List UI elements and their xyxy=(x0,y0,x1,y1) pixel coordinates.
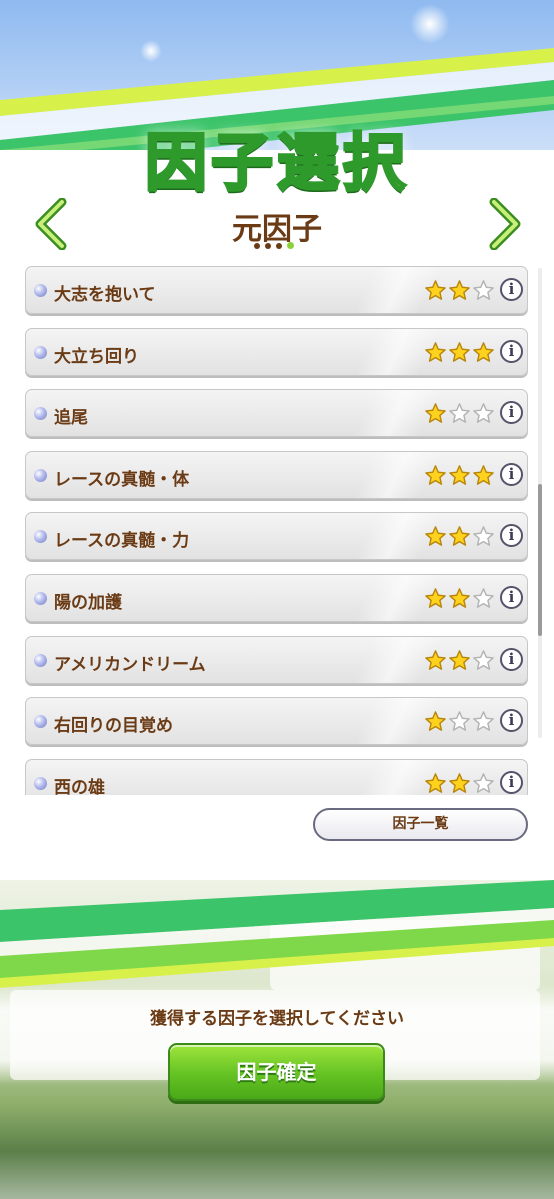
star-filled-icon xyxy=(425,649,446,670)
factor-row[interactable]: 陽の加護 i xyxy=(25,574,528,622)
page-dot xyxy=(254,243,260,249)
factor-list[interactable]: 大志を抱いて i 大立ち回り i 追尾 i レースの真髄・体 i レースの真髄・力 i 陽の加護 i ア… xyxy=(24,264,530,795)
factor-star-rating xyxy=(424,525,495,548)
info-icon[interactable]: i xyxy=(500,462,523,486)
factor-star-rating xyxy=(424,772,495,795)
info-icon[interactable]: i xyxy=(500,586,523,609)
star-empty-icon xyxy=(473,772,494,793)
factor-name: 右回りの目覚め xyxy=(54,716,173,737)
factor-row[interactable]: 大立ち回り i xyxy=(25,327,528,376)
factor-name: 西の雄 xyxy=(54,777,105,795)
factor-list-button[interactable]: 因子一覧 xyxy=(313,808,528,841)
factor-name: レースの真髄・力 xyxy=(54,531,190,552)
factor-star-rating xyxy=(424,279,495,302)
section-title: 元因子 xyxy=(232,212,322,247)
bullet-orb-icon xyxy=(34,592,47,605)
bullet-orb-icon xyxy=(34,653,47,667)
factor-row[interactable]: アメリカンドリーム i xyxy=(25,635,528,684)
star-empty-icon xyxy=(473,588,494,608)
scrollbar-thumb[interactable] xyxy=(538,484,542,636)
star-filled-icon xyxy=(473,464,494,485)
bullet-orb-icon xyxy=(34,345,47,359)
star-filled-icon xyxy=(425,526,446,547)
factor-name: 大志を抱いて xyxy=(54,285,156,305)
star-filled-icon xyxy=(425,403,446,424)
factor-row[interactable]: 大志を抱いて i xyxy=(25,266,528,314)
star-filled-icon xyxy=(449,464,470,485)
star-empty-icon xyxy=(449,403,470,424)
selection-prompt: 獲得する因子を選択してください xyxy=(150,1009,404,1029)
star-filled-icon xyxy=(449,588,470,608)
star-empty-icon xyxy=(449,711,470,732)
factor-star-rating xyxy=(424,587,495,610)
factor-row[interactable]: レースの真髄・体 i xyxy=(25,450,528,499)
bullet-orb-icon xyxy=(34,468,47,482)
factor-name: 陽の加護 xyxy=(54,593,122,613)
info-icon[interactable]: i xyxy=(500,770,523,794)
star-filled-icon xyxy=(449,526,470,547)
star-filled-icon xyxy=(425,464,446,485)
star-filled-icon xyxy=(449,649,470,670)
star-filled-icon xyxy=(449,280,470,300)
star-filled-icon xyxy=(425,711,446,732)
info-icon[interactable]: i xyxy=(500,524,523,548)
factor-star-rating xyxy=(424,341,495,364)
scrollbar[interactable] xyxy=(538,268,542,738)
factor-row[interactable]: 西の雄 i xyxy=(25,758,528,795)
star-filled-icon xyxy=(425,341,446,362)
info-icon[interactable]: i xyxy=(500,278,523,301)
bullet-orb-icon xyxy=(34,407,47,421)
star-empty-icon xyxy=(473,280,494,300)
screen-title: 因子選択 xyxy=(143,125,409,201)
star-empty-icon xyxy=(473,649,494,670)
page-dot xyxy=(265,243,271,249)
factor-name: レースの真髄・体 xyxy=(54,469,190,490)
info-icon[interactable]: i xyxy=(500,647,523,671)
factor-row[interactable]: 追尾 i xyxy=(25,389,528,438)
confirm-factor-button[interactable]: 因子確定 xyxy=(168,1043,385,1101)
factor-star-rating xyxy=(424,649,495,672)
factor-name: アメリカンドリーム xyxy=(54,654,206,675)
info-icon[interactable]: i xyxy=(500,339,523,363)
page-dot xyxy=(276,243,282,249)
factor-star-rating xyxy=(424,402,495,425)
factor-name: 大立ち回り xyxy=(54,346,139,367)
star-empty-icon xyxy=(473,711,494,732)
star-filled-icon xyxy=(425,588,446,608)
info-icon[interactable]: i xyxy=(500,709,523,733)
factor-row[interactable]: レースの真髄・力 i xyxy=(25,512,528,561)
factor-name: 追尾 xyxy=(54,408,88,429)
factor-star-rating xyxy=(424,710,495,733)
page-dot-active xyxy=(287,242,294,249)
star-filled-icon xyxy=(425,280,446,300)
bullet-orb-icon xyxy=(34,715,47,729)
star-empty-icon xyxy=(473,526,494,547)
star-empty-icon xyxy=(473,403,494,424)
star-filled-icon xyxy=(425,772,446,793)
bullet-orb-icon xyxy=(34,284,47,297)
star-filled-icon xyxy=(449,772,470,793)
star-filled-icon xyxy=(473,341,494,362)
star-filled-icon xyxy=(449,341,470,362)
page-indicator xyxy=(254,242,294,249)
bullet-orb-icon xyxy=(34,776,47,790)
bullet-orb-icon xyxy=(34,530,47,544)
factor-row[interactable]: 右回りの目覚め i xyxy=(25,697,528,746)
info-icon[interactable]: i xyxy=(500,401,523,425)
factor-star-rating xyxy=(424,464,495,487)
